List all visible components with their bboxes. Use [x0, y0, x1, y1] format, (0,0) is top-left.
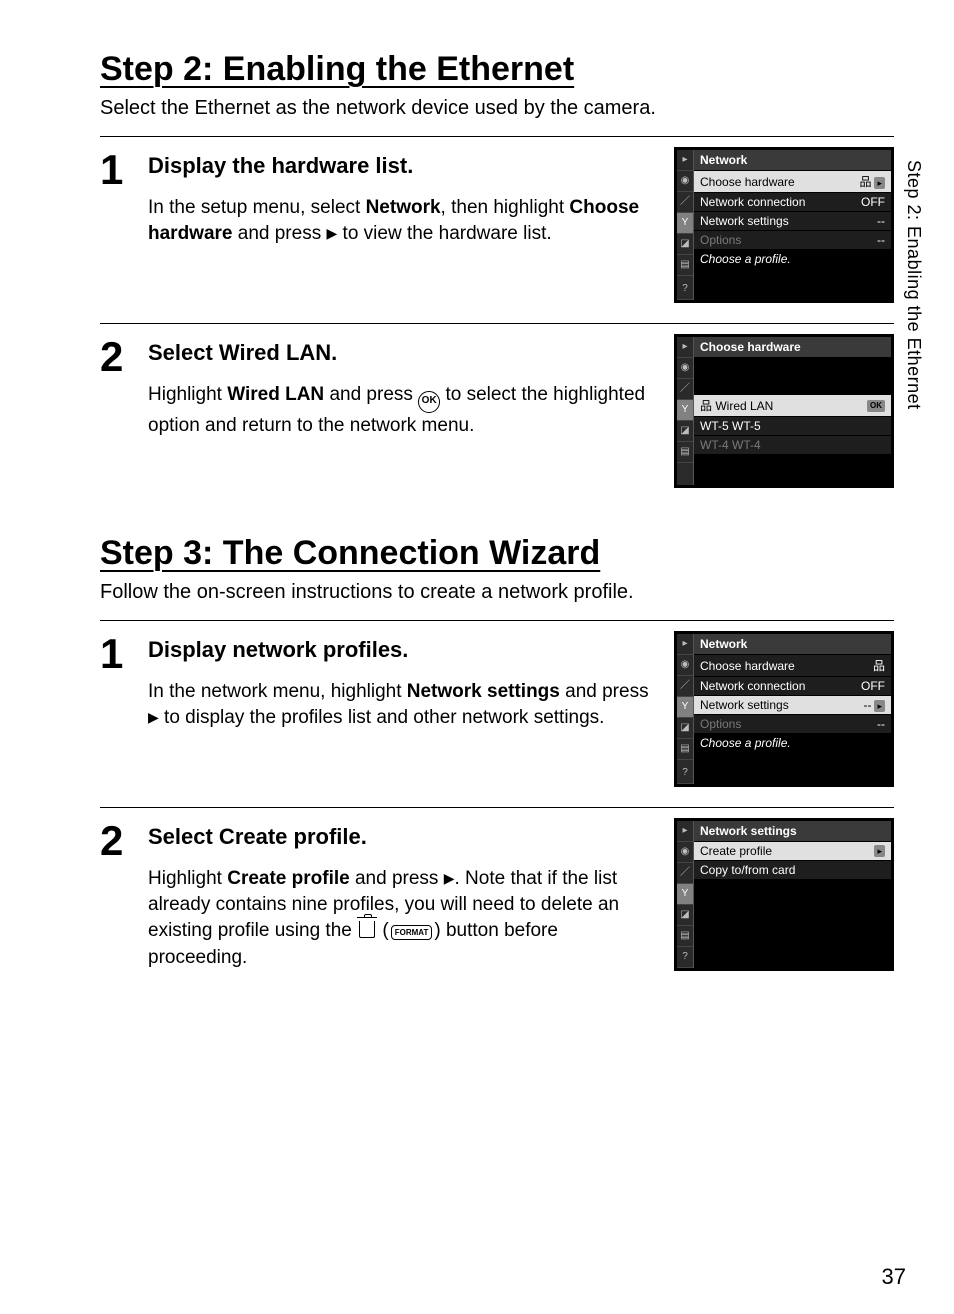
camera-screenshot: ▸◉／Y◪▤? Network Choose hardware品 Network… [674, 631, 894, 787]
step-heading: Display network profiles. [148, 637, 658, 663]
cam-row: 品 Wired LANOK [694, 394, 891, 416]
step3-item-1: 1 Display network profiles. In the netwo… [100, 621, 894, 807]
manual-page: Step 2: Enabling the Ethernet Step 2: En… [0, 0, 954, 1314]
step3-title: Step 3: The Connection Wizard [100, 534, 894, 573]
cam-sidebar: ▸◉／Y◪▤? [677, 821, 694, 968]
right-arrow-icon: ▶ [444, 869, 455, 888]
step-body: In the setup menu, select Network, then … [148, 195, 658, 247]
text: Highlight [148, 384, 227, 405]
text: and press [560, 681, 649, 702]
cam-row: WT-4 WT-4 [694, 435, 891, 454]
text: to display the profiles list and other n… [159, 707, 605, 728]
text: to view the hardware list. [337, 223, 551, 244]
cam-row: Create profile▸ [694, 841, 891, 860]
right-arrow-icon: ▸ [874, 177, 885, 189]
right-arrow-icon: ▸ [874, 700, 885, 712]
text: and press [232, 223, 326, 244]
step3-item-2: 2 Select Create profile. Highlight Creat… [100, 808, 894, 991]
step2-item-1: 1 Display the hardware list. In the setu… [100, 137, 894, 323]
cam-row: Options-- [694, 714, 891, 733]
cam-row: Copy to/from card [694, 860, 891, 879]
right-arrow-icon: ▶ [326, 224, 337, 243]
cam-title: Choose hardware [694, 337, 891, 357]
text: In the network menu, highlight [148, 681, 407, 702]
step-heading: Select Wired LAN. [148, 340, 658, 366]
right-arrow-icon: ▸ [874, 845, 885, 857]
cam-sidebar: ▸◉／Y◪▤? [677, 150, 694, 300]
text: In the setup menu, select [148, 197, 366, 218]
ok-icon: OK [867, 400, 885, 412]
cam-row: Options-- [694, 230, 891, 249]
text: Highlight [148, 868, 227, 889]
text: , then highlight [441, 197, 570, 218]
trash-icon [359, 921, 375, 938]
cam-row: WT-5 WT-5 [694, 416, 891, 435]
cam-title: Network settings [694, 821, 891, 841]
camera-screenshot: ▸◉／Y◪▤ Choose hardware 品 Wired LANOK WT-… [674, 334, 894, 488]
step3-intro: Follow the on-screen instructions to cre… [100, 579, 894, 606]
cam-title: Network [694, 150, 891, 170]
step-number: 2 [100, 334, 148, 378]
cam-row: Network settings-- [694, 211, 891, 230]
cam-row: Network connectionOFF [694, 676, 891, 695]
text-bold: Network [366, 197, 441, 218]
cam-sidebar: ▸◉／Y◪▤? [677, 634, 694, 784]
cam-row: Choose hardware品▸ [694, 170, 891, 192]
right-arrow-icon: ▶ [148, 708, 159, 727]
step-heading: Select Create profile. [148, 824, 658, 850]
step2-item-2: 2 Select Wired LAN. Highlight Wired LAN … [100, 324, 894, 508]
step-number: 2 [100, 818, 148, 862]
step-number: 1 [100, 147, 148, 191]
text: and press [350, 868, 444, 889]
cam-note: Choose a profile. [694, 249, 891, 269]
cam-title: Network [694, 634, 891, 654]
cam-note: Choose a profile. [694, 733, 891, 753]
side-tab-label: Step 2: Enabling the Ethernet [903, 160, 924, 410]
cam-row: Choose hardware品 [694, 654, 891, 676]
cam-row: Network settings--▸ [694, 695, 891, 714]
step-body: In the network menu, highlight Network s… [148, 679, 658, 731]
step2-title: Step 2: Enabling the Ethernet [100, 50, 894, 89]
text-bold: Wired LAN [227, 384, 324, 405]
step-body: Highlight Create profile and press ▶. No… [148, 866, 658, 971]
format-icon: FORMAT [391, 925, 433, 940]
text: and press [324, 384, 418, 405]
text-bold: Network settings [407, 681, 560, 702]
page-number: 37 [882, 1264, 906, 1290]
ok-button-icon: OK [418, 391, 440, 413]
step2-intro: Select the Ethernet as the network devic… [100, 95, 894, 122]
step-number: 1 [100, 631, 148, 675]
text-bold: Create profile [227, 868, 349, 889]
step-body: Highlight Wired LAN and press OK to sele… [148, 382, 658, 439]
camera-screenshot: ▸◉／Y◪▤? Network Choose hardware品▸ Networ… [674, 147, 894, 303]
camera-screenshot: ▸◉／Y◪▤? Network settings Create profile▸… [674, 818, 894, 971]
cam-sidebar: ▸◉／Y◪▤ [677, 337, 694, 485]
cam-row: Network connectionOFF [694, 192, 891, 211]
step-heading: Display the hardware list. [148, 153, 658, 179]
